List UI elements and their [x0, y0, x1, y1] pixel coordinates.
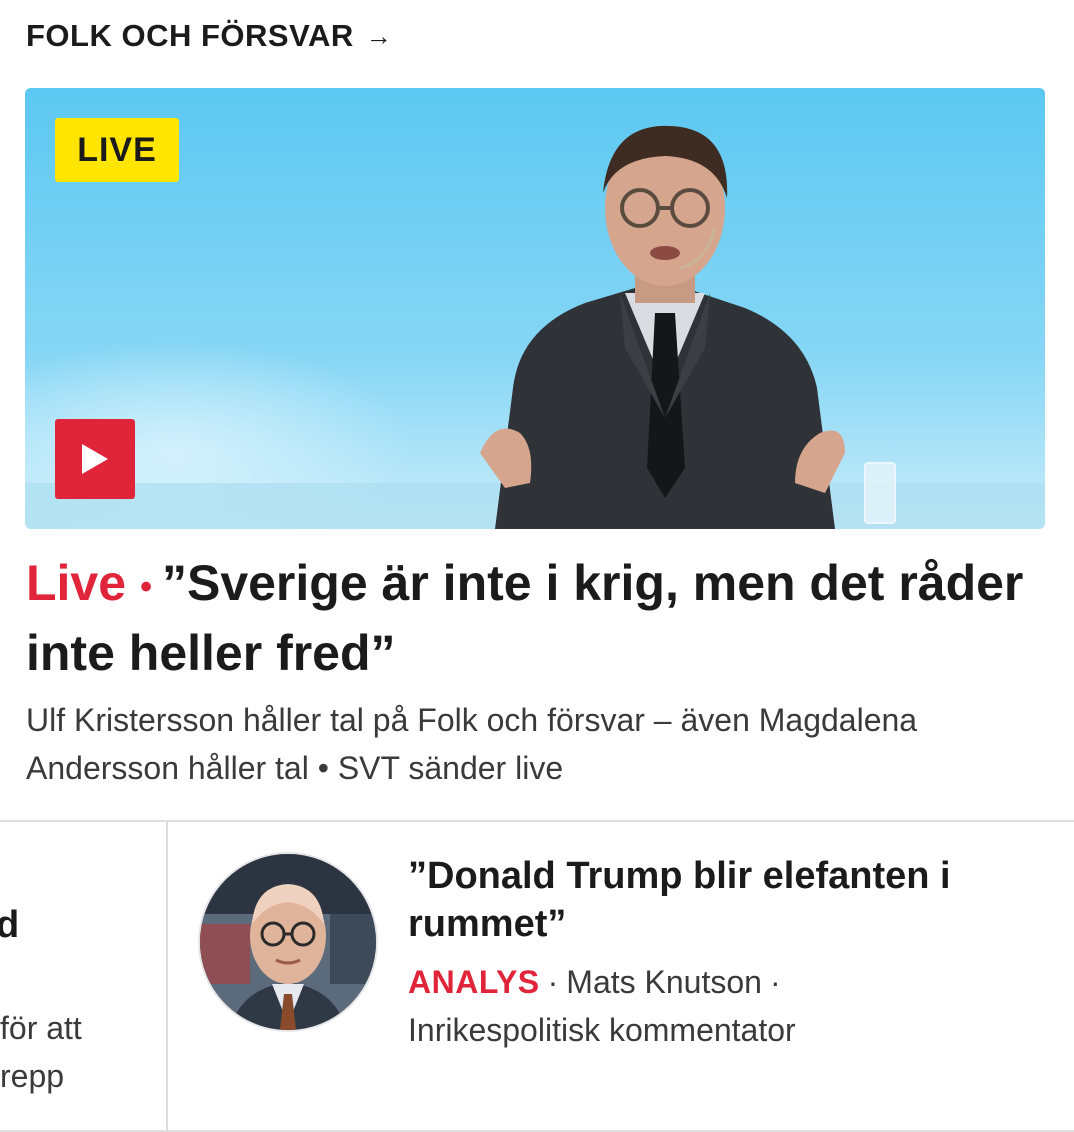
- analysis-label: ANALYS: [408, 964, 540, 1000]
- separator-dot: •: [140, 567, 152, 606]
- teaser-title: ”Donald Trump blir elefanten i rummet”: [408, 855, 951, 945]
- author-role: Inrikespolitisk kommentator: [408, 1012, 796, 1048]
- teaser-title-fragment: d: [0, 904, 20, 946]
- headline-text: ”Sverige är inte i krig, men det råder i…: [26, 555, 1024, 681]
- teaser-meta: ANALYS · Mats Knutson · Inrikespolitisk komm…: [408, 958, 1048, 1054]
- article-summary: Ulf Kristersson håller tal på Folk och f…: [26, 702, 918, 786]
- analysis-teaser-card[interactable]: ”Donald Trump blir elefanten i rummet” A…: [198, 852, 1058, 1102]
- live-badge: LIVE: [55, 118, 179, 182]
- hero-video-thumbnail[interactable]: LIVE: [25, 88, 1045, 529]
- separator-dot: ·: [769, 964, 781, 1000]
- section-header-link[interactable]: FOLK OCH FÖRSVAR →: [26, 18, 392, 54]
- teaser-text-line: repp: [0, 1058, 65, 1094]
- separator-dot: ·: [547, 964, 559, 1000]
- section-title: FOLK OCH FÖRSVAR: [26, 18, 354, 53]
- vertical-divider: [166, 822, 168, 1132]
- live-tag: Live: [26, 555, 127, 611]
- play-button[interactable]: [55, 419, 135, 499]
- avatar: [198, 852, 378, 1032]
- page: FOLK OCH FÖRSVAR → LIVE Live • ”Sverige …: [0, 0, 1074, 1132]
- previous-teaser-card[interactable]: d för att repp: [0, 822, 166, 1130]
- play-icon: [82, 444, 108, 474]
- arrow-right-icon: →: [365, 21, 393, 51]
- headline-link[interactable]: Live • ”Sverige är inte i krig, men det rå…: [26, 550, 1046, 686]
- author-name: Mats Knutson: [566, 964, 762, 1000]
- teaser-text-line: för att: [0, 1010, 82, 1046]
